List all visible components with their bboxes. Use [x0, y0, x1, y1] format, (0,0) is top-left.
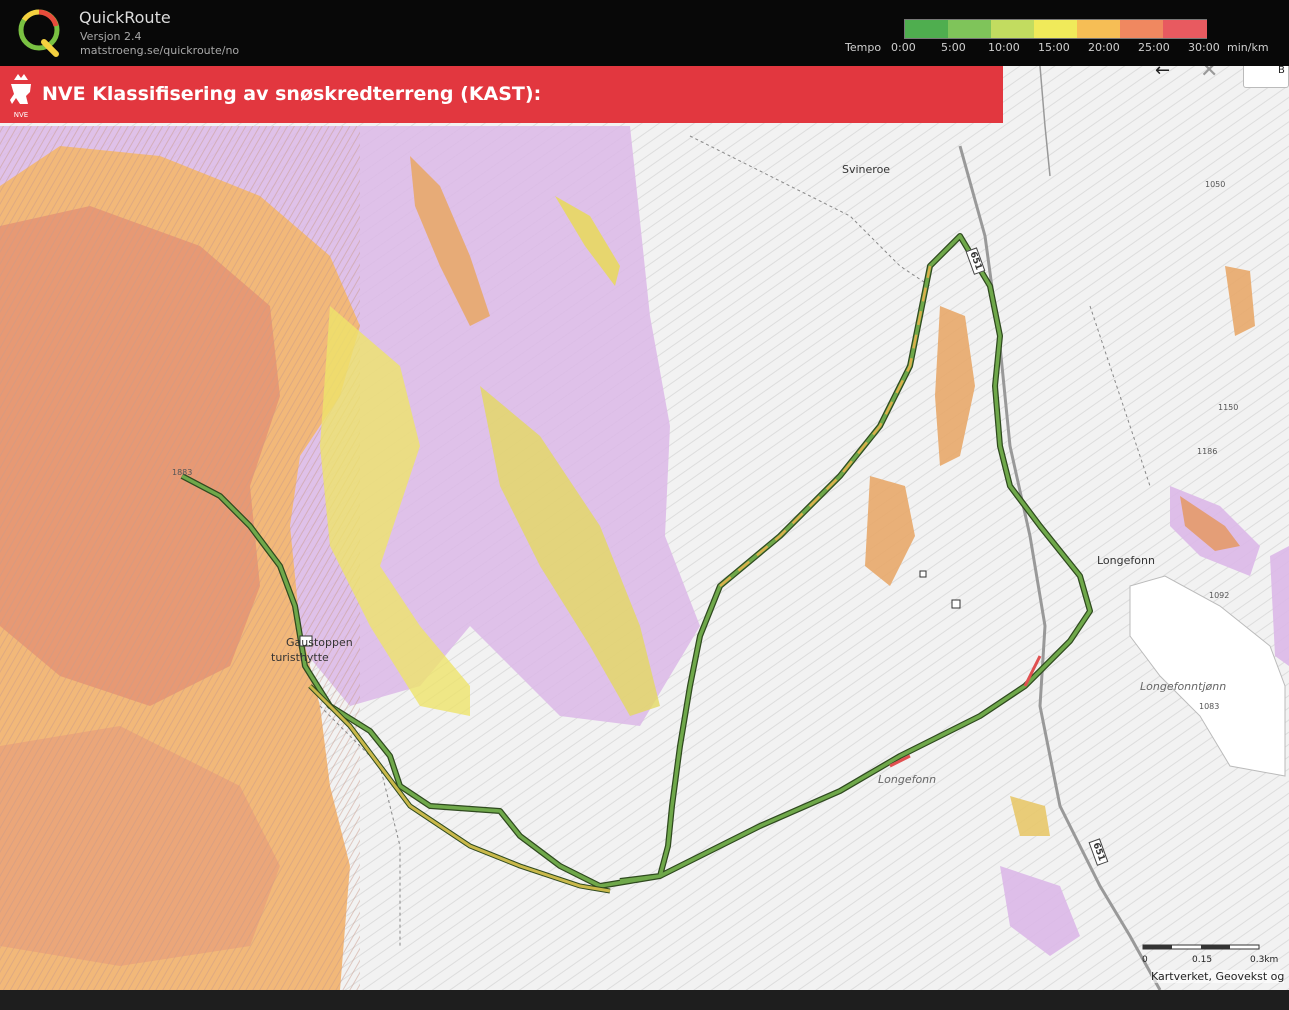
tempo-label: Tempo: [845, 41, 882, 54]
tempo-tick: 0:00: [891, 41, 916, 54]
tempo-unit: min/km: [1227, 41, 1269, 54]
map-control-label: B: [1278, 66, 1285, 76]
tempo-color-segment: [991, 20, 1035, 38]
back-arrow-icon[interactable]: ←: [1155, 66, 1170, 81]
tempo-color-segment: [1034, 20, 1078, 38]
tempo-tick: 5:00: [941, 41, 966, 54]
map-attribution[interactable]: Kartverket, Geovekst og: [1151, 970, 1285, 983]
banner-title: NVE Klassifisering av snøskredterreng (K…: [42, 83, 542, 105]
scale-label: 0.3km: [1250, 955, 1279, 965]
nve-lion-logo-icon: NVE: [10, 74, 31, 119]
building-icon: [919, 570, 927, 578]
tempo-tick: 30:00: [1188, 41, 1220, 54]
app-header: QuickRoute Versjon 2.4 matstroeng.se/qui…: [0, 0, 1289, 66]
app-name: QuickRoute: [79, 8, 171, 27]
elevation-label: 1092: [1209, 591, 1230, 600]
tempo-color-segment: [1120, 20, 1164, 38]
tempo-tick: 25:00: [1138, 41, 1170, 54]
bottom-bar: [0, 990, 1289, 1010]
tempo-color-segment: [1163, 20, 1207, 38]
tempo-color-scale: [904, 19, 1207, 39]
place-longefonn: Longefonn: [1097, 554, 1155, 567]
map-view[interactable]: Svineroe Longefonn Gaustoppen turisthytt…: [0, 66, 1289, 990]
place-turisthytte: turisthytte: [271, 651, 329, 664]
elevation-label: 1150: [1218, 403, 1239, 412]
app-version: Versjon 2.4: [80, 30, 142, 43]
tempo-color-segment: [905, 20, 949, 38]
map-control-button[interactable]: B: [1243, 66, 1289, 88]
close-icon[interactable]: ✕: [1200, 66, 1218, 83]
place-gaustoppen: Gaustoppen: [286, 636, 353, 649]
place-longefonn-slope: Longefonn: [878, 773, 937, 786]
elevation-label: 1083: [1199, 702, 1220, 711]
place-svineroe: Svineroe: [842, 163, 891, 176]
elevation-label: 1186: [1197, 447, 1218, 456]
scale-label: 0.15: [1192, 955, 1213, 965]
tempo-tick: 15:00: [1038, 41, 1070, 54]
scale-label: 0: [1142, 955, 1148, 965]
tempo-color-segment: [1077, 20, 1121, 38]
elevation-label: 1050: [1205, 180, 1226, 189]
nve-banner: NVE NVE Klassifisering av snøskredterren…: [0, 66, 1003, 123]
nve-logo-text: NVE: [14, 111, 28, 119]
tempo-tick: 10:00: [988, 41, 1020, 54]
tempo-color-segment: [948, 20, 992, 38]
building-icon: [951, 599, 961, 609]
quickroute-logo-icon: [18, 9, 60, 57]
place-longefonntjonn: Longefonntjønn: [1140, 680, 1227, 693]
tempo-tick: 20:00: [1088, 41, 1120, 54]
app-url[interactable]: matstroeng.se/quickroute/no: [80, 44, 239, 57]
elevation-label: 1883: [172, 468, 193, 477]
